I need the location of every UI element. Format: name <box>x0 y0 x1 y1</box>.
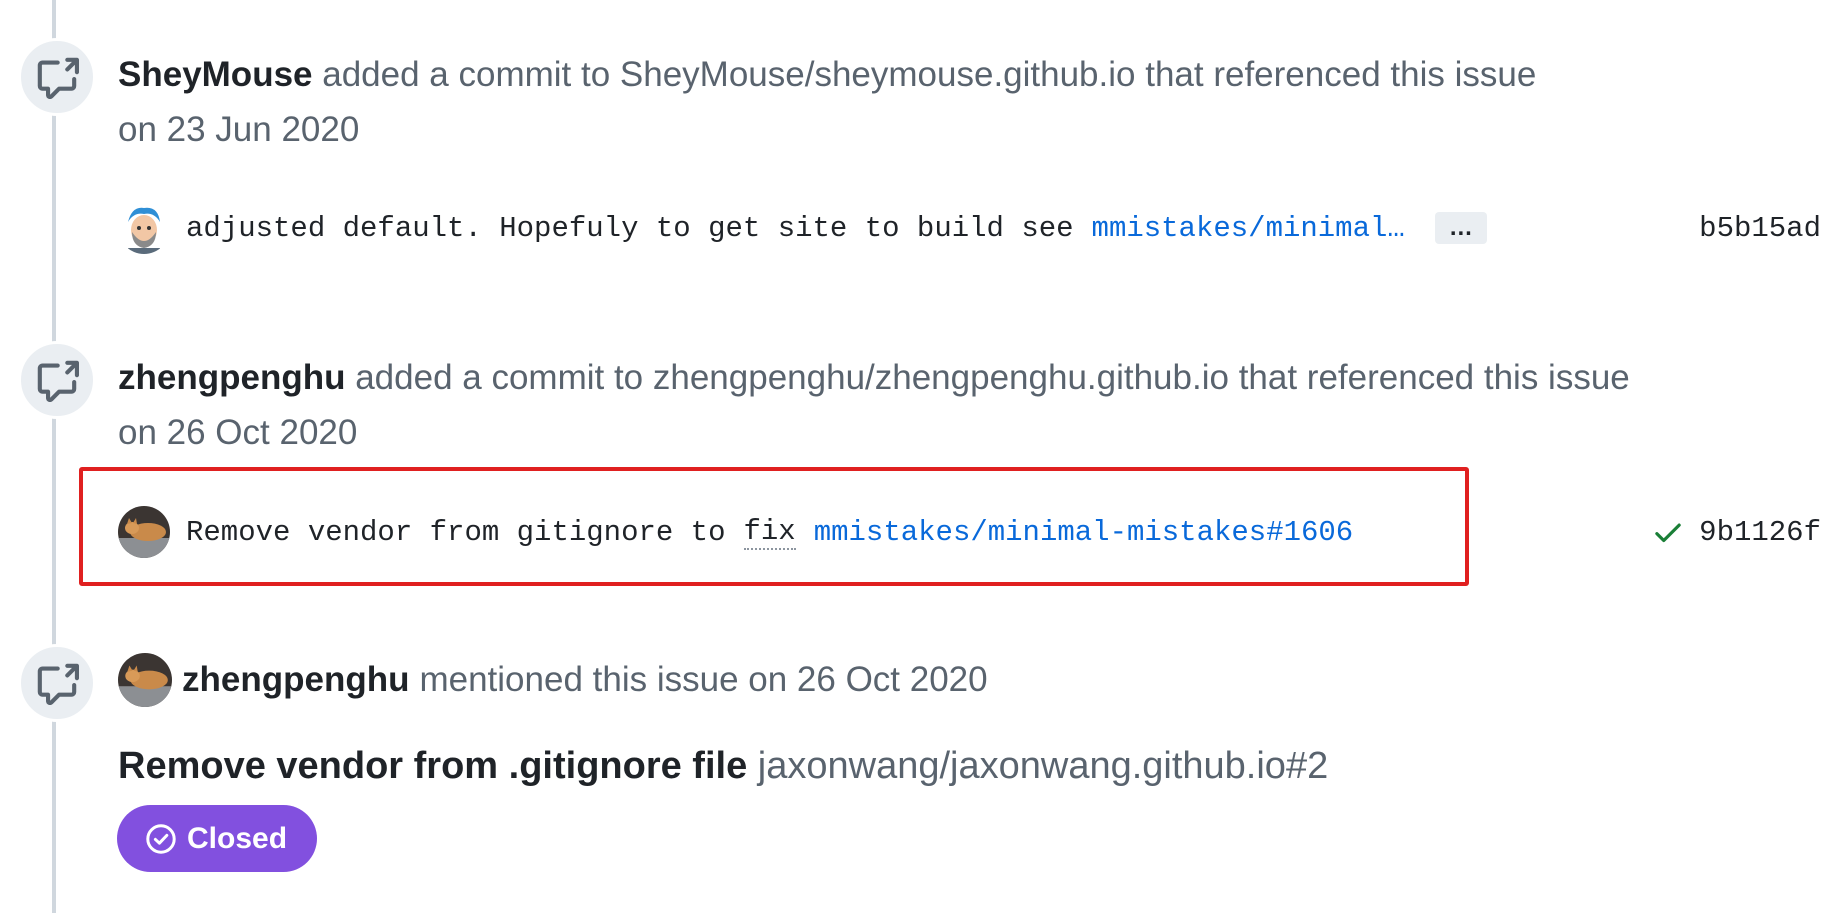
commit-sha-link[interactable]: 9b1126f <box>1699 516 1821 549</box>
status-label: Closed <box>187 821 288 855</box>
cross-reference-glyph <box>37 360 79 402</box>
cartoon-avatar-blue-hair <box>118 202 170 254</box>
issue-ref-link[interactable]: jaxonwang/jaxonwang.github.io#2 <box>758 745 1328 787</box>
issue-closed-icon <box>146 823 176 854</box>
cross-reference-glyph <box>37 663 79 705</box>
timeline-line <box>52 0 56 913</box>
cross-reference-glyph <box>37 57 79 99</box>
cat-photo-avatar <box>118 652 172 707</box>
commit-issue-link[interactable]: mmistakes/minimal… <box>1092 212 1405 245</box>
avatar[interactable] <box>118 202 170 254</box>
commit-sha-link[interactable]: b5b15ad <box>1699 212 1821 245</box>
avatar[interactable] <box>118 652 172 707</box>
issue-title-link[interactable]: Remove vendor from .gitignore file <box>118 745 747 787</box>
repo-link[interactable]: SheyMouse/sheymouse.github.io <box>620 55 1136 94</box>
event-header: zhengpenghu added a commit to zhengpengh… <box>118 350 1630 460</box>
event-action-suffix: that referenced this issue <box>1238 358 1630 397</box>
check-icon[interactable] <box>1651 515 1685 549</box>
cross-reference-icon <box>18 341 96 419</box>
event-date[interactable]: on 23 Jun 2020 <box>118 110 359 149</box>
actor-link[interactable]: zhengpenghu <box>118 358 345 397</box>
cross-reference-icon <box>18 644 96 722</box>
referenced-issue: Remove vendor from .gitignore file jaxon… <box>118 736 1328 796</box>
cross-reference-icon <box>18 38 96 116</box>
event-action: mentioned this issue on 26 Oct 2020 <box>419 660 988 699</box>
event-header: zhengpenghu mentioned this issue on 26 O… <box>118 652 988 707</box>
highlight-box <box>79 467 1469 586</box>
event-date[interactable]: on 26 Oct 2020 <box>118 413 357 452</box>
actor-link[interactable]: zhengpenghu <box>182 652 409 707</box>
repo-link[interactable]: zhengpenghu/zhengpenghu.github.io <box>653 358 1229 397</box>
expand-message-button[interactable]: … <box>1434 212 1487 244</box>
status-badge: Closed <box>117 805 318 872</box>
commit-row: adjusted default. Hopefuly to get site t… <box>118 198 1821 258</box>
event-header: SheyMouse added a commit to SheyMouse/sh… <box>118 47 1536 157</box>
event-action: added a commit to <box>355 358 644 397</box>
event-action-suffix: that referenced this issue <box>1145 55 1537 94</box>
event-action: added a commit to <box>322 55 611 94</box>
commit-message[interactable]: adjusted default. Hopefuly to get site t… <box>186 212 1074 245</box>
actor-link[interactable]: SheyMouse <box>118 55 313 94</box>
